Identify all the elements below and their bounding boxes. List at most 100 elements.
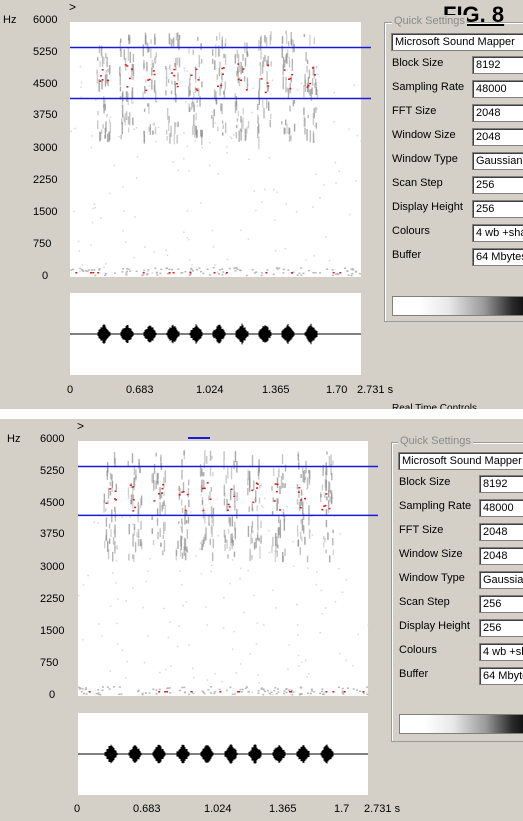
peak-dot	[99, 80, 102, 82]
syllable-trace	[100, 129, 103, 134]
syllable-trace	[314, 82, 316, 89]
noise-speck	[239, 269, 242, 272]
syllable-trace	[325, 519, 328, 528]
syllable-trace	[301, 518, 304, 531]
noise-speck	[198, 267, 201, 269]
peak-dot	[255, 482, 258, 485]
syllable-trace	[233, 551, 236, 557]
noise-speck	[274, 687, 277, 689]
syllable-trace	[282, 76, 284, 90]
noise-speck	[170, 665, 172, 667]
noise-speck	[274, 250, 277, 252]
syllable-trace	[212, 117, 214, 128]
syllable-trace	[263, 107, 265, 119]
noise-speck	[257, 674, 259, 676]
noise-speck	[285, 203, 287, 205]
window-type-select[interactable]: Gaussian	[479, 571, 523, 589]
buffer-select[interactable]: 64 Mbyte	[479, 667, 523, 685]
syllable-trace	[251, 454, 254, 468]
noise-speck	[118, 135, 120, 138]
syllable-trace	[281, 121, 283, 125]
noise-speck	[143, 661, 146, 664]
syllable-trace	[189, 107, 191, 113]
buffer-select[interactable]: 64 Mbytes	[472, 248, 523, 266]
syllable-trace	[255, 490, 257, 503]
display-height-field[interactable]: 256	[472, 200, 523, 218]
syllable-trace	[142, 130, 145, 135]
fft-size-field[interactable]: 2048	[472, 104, 523, 122]
noise-speck	[141, 274, 144, 277]
noise-speck	[133, 256, 135, 259]
display-height-field[interactable]: 256	[479, 619, 523, 637]
noise-speck	[159, 671, 161, 674]
block-size-field[interactable]: 8192	[472, 56, 523, 74]
syllable-trace	[101, 54, 103, 58]
noise-speck	[144, 692, 147, 694]
noise-speck	[186, 236, 188, 239]
peak-dot	[164, 691, 167, 693]
peak-dot	[209, 498, 212, 500]
noise-speck	[188, 238, 190, 241]
syllable-trace	[323, 542, 325, 548]
syllable-trace	[110, 528, 112, 538]
syllable-trace	[235, 101, 238, 111]
syllable-trace	[312, 113, 315, 126]
syllable-trace	[192, 125, 194, 135]
noise-speck	[176, 645, 179, 648]
syllable-trace	[204, 511, 206, 524]
colours-select[interactable]: 4 wb +sh	[479, 643, 523, 661]
syllable-trace	[283, 127, 285, 135]
scan-step-field[interactable]: 256	[472, 176, 523, 194]
noise-speck	[296, 274, 299, 276]
fft-size-field[interactable]: 2048	[479, 523, 523, 541]
noise-speck	[315, 583, 318, 586]
device-select[interactable]: Microsoft Sound Mapper	[391, 33, 523, 51]
noise-speck	[165, 267, 168, 270]
syllable-trace	[193, 114, 195, 127]
noise-speck	[74, 127, 76, 130]
syllable-trace	[155, 52, 157, 58]
window-size-field[interactable]: 2048	[472, 128, 523, 146]
syllable-trace	[201, 479, 203, 493]
noise-speck	[199, 270, 202, 273]
noise-speck	[214, 691, 217, 693]
peak-dot	[161, 487, 164, 490]
peak-dot	[132, 486, 135, 488]
window-size-field[interactable]: 2048	[479, 547, 523, 565]
noise-speck	[182, 604, 184, 607]
colours-select[interactable]: 4 wb +sha	[472, 224, 523, 242]
noise-speck	[169, 692, 172, 694]
x-tick-label: 1.70	[326, 384, 348, 396]
syllable-trace	[329, 555, 331, 563]
syllable-trace	[177, 37, 179, 48]
noise-speck	[316, 571, 318, 573]
syllable-trace	[244, 57, 247, 67]
peak-dot	[237, 78, 240, 81]
device-select[interactable]: Microsoft Sound Mapper	[398, 452, 523, 470]
peak-dot	[251, 489, 254, 492]
noise-speck	[267, 529, 270, 532]
syllable-trace	[258, 78, 261, 91]
noise-speck	[319, 197, 321, 199]
scan-step-field[interactable]: 256	[479, 595, 523, 613]
peak-dot	[276, 483, 279, 486]
noise-speck	[183, 132, 185, 134]
sampling-rate-field[interactable]: 48000	[472, 80, 523, 98]
syllable-trace	[313, 133, 315, 143]
syllable-trace	[108, 538, 111, 544]
noise-speck	[126, 660, 129, 663]
colour-gradient-bar	[399, 714, 523, 734]
block-size-field[interactable]: 8192	[479, 475, 523, 493]
sampling-rate-field[interactable]: 48000	[479, 499, 523, 517]
syllable-trace	[194, 78, 197, 83]
noise-speck	[103, 266, 105, 268]
syllable-trace	[105, 517, 108, 527]
syllable-trace	[302, 470, 304, 483]
noise-speck	[315, 173, 318, 175]
y-axis-unit: Hz	[7, 433, 21, 445]
syllable-trace	[297, 453, 299, 461]
noise-speck	[308, 672, 310, 675]
syllable-trace	[160, 542, 162, 547]
window-type-select[interactable]: Gaussian	[472, 152, 523, 170]
noise-speck	[188, 259, 191, 261]
